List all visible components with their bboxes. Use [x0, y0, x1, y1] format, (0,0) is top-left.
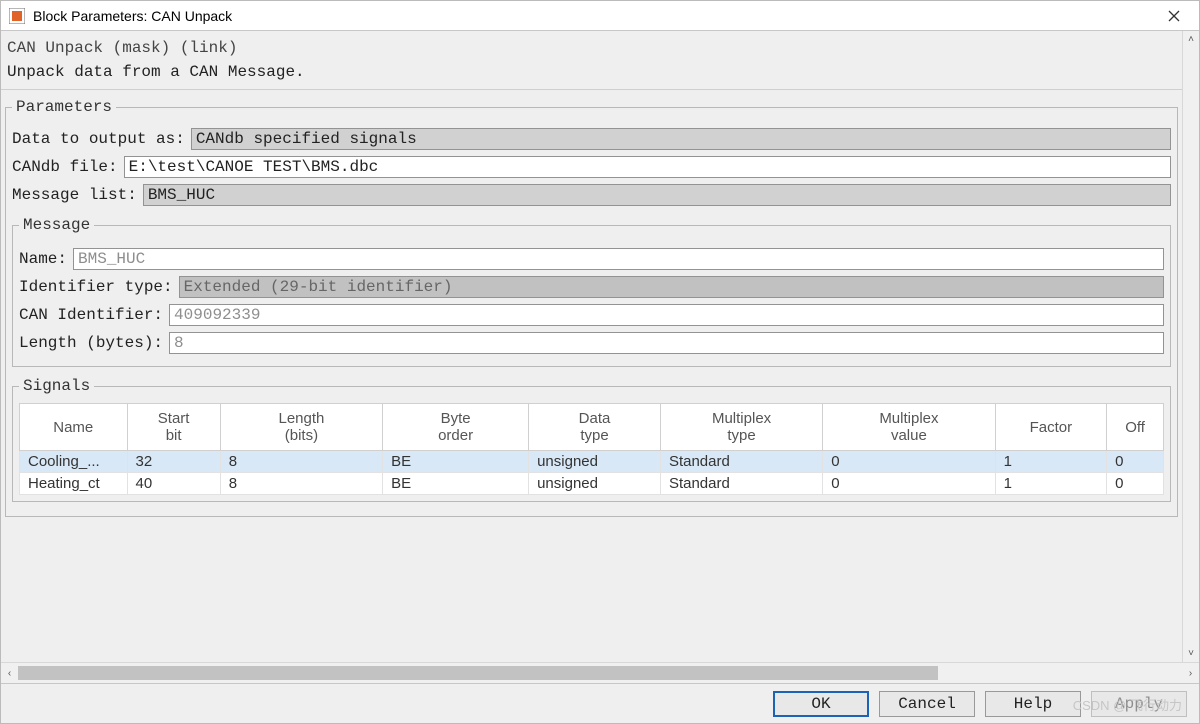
can-identifier-input[interactable]: [169, 304, 1164, 326]
table-cell[interactable]: 0: [823, 451, 995, 473]
table-cell[interactable]: Standard: [660, 451, 822, 473]
table-cell[interactable]: 32: [127, 451, 220, 473]
mask-header: CAN Unpack (mask) (link) Unpack data fro…: [1, 31, 1182, 90]
signals-fieldset: Signals Name Startbit Length(bits): [12, 377, 1171, 502]
identifier-type-input[interactable]: [179, 276, 1164, 298]
table-cell[interactable]: 0: [1107, 451, 1164, 473]
table-row[interactable]: Heating_ct408BEunsignedStandard010: [20, 473, 1164, 495]
signals-header-row: Name Startbit Length(bits) Byteorder Dat…: [20, 404, 1164, 451]
content: CAN Unpack (mask) (link) Unpack data fro…: [1, 31, 1182, 662]
col-data-type[interactable]: Datatype: [529, 404, 661, 451]
table-cell[interactable]: Cooling_...: [20, 451, 128, 473]
message-list-select[interactable]: [143, 184, 1171, 206]
horizontal-scrollbar[interactable]: ‹ ›: [1, 662, 1199, 683]
scroll-up-arrow[interactable]: ˄: [1183, 31, 1199, 48]
parameters-fieldset: Parameters Data to output as: CANdb file…: [5, 98, 1178, 517]
apply-button[interactable]: Apply: [1091, 691, 1187, 717]
col-factor[interactable]: Factor: [995, 404, 1107, 451]
candb-file-input[interactable]: [124, 156, 1171, 178]
window: Block Parameters: CAN Unpack CAN Unpack …: [0, 0, 1200, 724]
table-cell[interactable]: 40: [127, 473, 220, 495]
col-off[interactable]: Off: [1107, 404, 1164, 451]
table-cell[interactable]: unsigned: [529, 451, 661, 473]
table-cell[interactable]: Standard: [660, 473, 822, 495]
scroll-h-track[interactable]: [18, 663, 1182, 683]
window-title: Block Parameters: CAN Unpack: [33, 8, 232, 24]
table-cell[interactable]: BE: [383, 451, 529, 473]
table-cell[interactable]: 0: [823, 473, 995, 495]
col-byte-order[interactable]: Byteorder: [383, 404, 529, 451]
can-identifier-label: CAN Identifier:: [19, 306, 163, 324]
message-legend: Message: [19, 216, 94, 234]
data-output-select[interactable]: [191, 128, 1171, 150]
table-cell[interactable]: BE: [383, 473, 529, 495]
col-mux-value[interactable]: Multiplexvalue: [823, 404, 995, 451]
col-mux-type[interactable]: Multiplextype: [660, 404, 822, 451]
length-label: Length (bytes):: [19, 334, 163, 352]
scroll-down-arrow[interactable]: ˅: [1183, 645, 1199, 662]
data-output-label: Data to output as:: [12, 130, 185, 148]
candb-file-label: CANdb file:: [12, 158, 118, 176]
ok-button[interactable]: OK: [773, 691, 869, 717]
message-name-input[interactable]: [73, 248, 1164, 270]
col-start-bit[interactable]: Startbit: [127, 404, 220, 451]
table-cell[interactable]: 1: [995, 473, 1107, 495]
table-cell[interactable]: Heating_ct: [20, 473, 128, 495]
message-name-label: Name:: [19, 250, 67, 268]
length-input[interactable]: [169, 332, 1164, 354]
body: CAN Unpack (mask) (link) Unpack data fro…: [1, 31, 1199, 683]
table-cell[interactable]: 1: [995, 451, 1107, 473]
parameters-legend: Parameters: [12, 98, 116, 116]
cancel-button[interactable]: Cancel: [879, 691, 975, 717]
footer: OK Cancel Help Apply: [1, 683, 1199, 723]
table-cell[interactable]: 0: [1107, 473, 1164, 495]
help-button[interactable]: Help: [985, 691, 1081, 717]
titlebar: Block Parameters: CAN Unpack: [1, 1, 1199, 31]
vertical-scrollbar[interactable]: ˄ ˅: [1182, 31, 1199, 662]
scroll-left-arrow[interactable]: ‹: [1, 663, 18, 683]
close-icon: [1168, 10, 1180, 22]
message-fieldset: Message Name: Identifier type: CAN Ident…: [12, 216, 1171, 367]
col-name[interactable]: Name: [20, 404, 128, 451]
mask-description: Unpack data from a CAN Message.: [7, 63, 1176, 81]
window-close-button[interactable]: [1151, 1, 1197, 31]
scroll-h-thumb[interactable]: [18, 666, 938, 680]
app-icon: [9, 8, 25, 24]
table-cell[interactable]: unsigned: [529, 473, 661, 495]
signals-table[interactable]: Name Startbit Length(bits) Byteorder Dat…: [19, 403, 1164, 495]
table-cell[interactable]: 8: [220, 473, 382, 495]
mask-line: CAN Unpack (mask) (link): [7, 39, 1176, 57]
table-cell[interactable]: 8: [220, 451, 382, 473]
table-row[interactable]: Cooling_...328BEunsignedStandard010: [20, 451, 1164, 473]
col-length[interactable]: Length(bits): [220, 404, 382, 451]
identifier-type-label: Identifier type:: [19, 278, 173, 296]
message-list-label: Message list:: [12, 186, 137, 204]
scroll-right-arrow[interactable]: ›: [1182, 663, 1199, 683]
signals-legend: Signals: [19, 377, 94, 395]
